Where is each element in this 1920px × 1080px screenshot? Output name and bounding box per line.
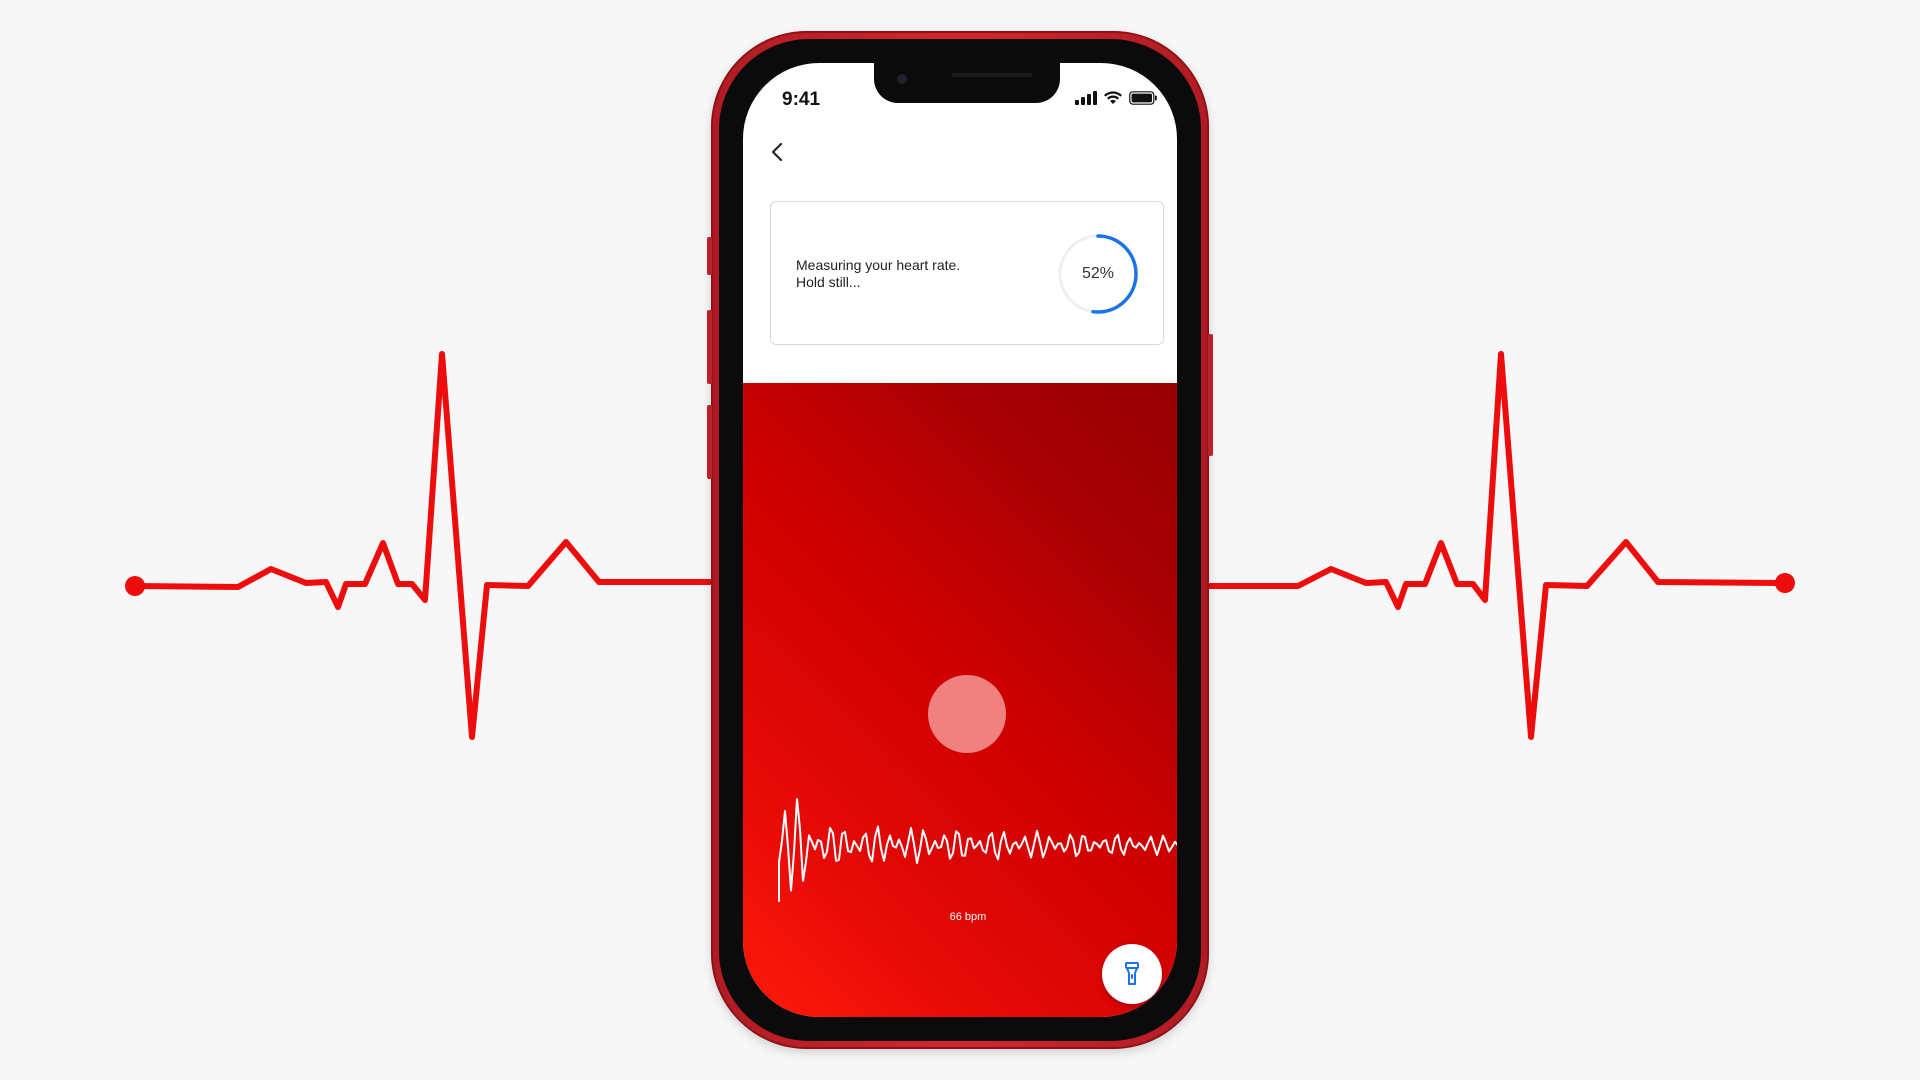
wifi-icon <box>1104 91 1122 104</box>
earpiece-speaker <box>952 73 1032 77</box>
left-ecg-endpoint <box>125 576 145 596</box>
cellular-signal-icon <box>1075 91 1097 105</box>
camera-preview-area: 66 bpm <box>743 383 1177 1017</box>
mute-switch <box>707 237 712 275</box>
measurement-status-card: Measuring your heart rate. Hold still...… <box>770 201 1164 345</box>
phone-mockup: 9:41 Measuring your heart rate. Hold sti… <box>707 31 1213 1049</box>
right-ecg-trace <box>1205 351 1788 740</box>
chevron-left-icon <box>771 142 783 162</box>
status-icons <box>1075 90 1157 106</box>
left-ecg-trace <box>132 351 715 740</box>
flashlight-button[interactable] <box>1102 944 1162 1004</box>
progress-percent-label: 52% <box>1081 265 1115 282</box>
volume-down-button <box>707 405 712 479</box>
phone-screen: 9:41 Measuring your heart rate. Hold sti… <box>743 63 1177 1017</box>
front-camera <box>897 74 907 84</box>
measurement-message-line2: Hold still... <box>796 274 861 290</box>
flashlight-icon <box>1125 962 1139 985</box>
back-button[interactable] <box>763 137 793 167</box>
bpm-readout: 66 bpm <box>949 911 987 923</box>
status-time: 9:41 <box>782 89 821 110</box>
progress-ring: 52% <box>1056 232 1140 316</box>
battery-icon <box>1129 91 1157 105</box>
stage: 9:41 Measuring your heart rate. Hold sti… <box>0 0 1920 1080</box>
pulse-waveform <box>778 798 1177 902</box>
finger-placement-indicator <box>928 675 1006 753</box>
power-button <box>1208 334 1213 456</box>
volume-up-button <box>707 310 712 384</box>
phone-bezel: 9:41 Measuring your heart rate. Hold sti… <box>719 39 1201 1041</box>
measurement-message-line1: Measuring your heart rate. <box>796 257 961 273</box>
right-ecg-endpoint <box>1775 573 1795 593</box>
pulse-waveform-line <box>778 798 1177 902</box>
phone-notch <box>874 63 1060 103</box>
measurement-message: Measuring your heart rate. Hold still... <box>796 257 960 291</box>
